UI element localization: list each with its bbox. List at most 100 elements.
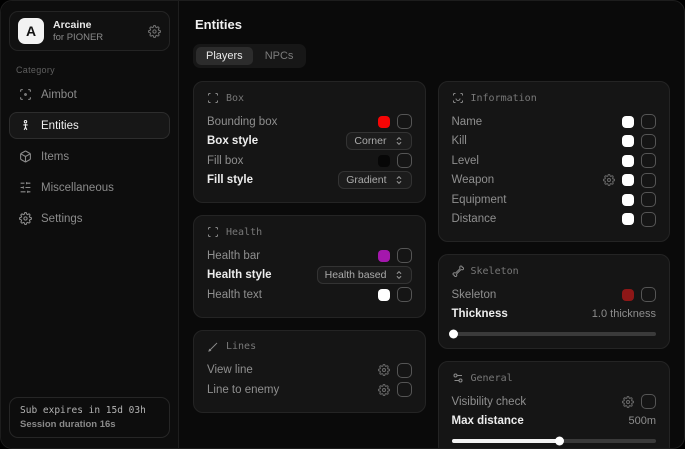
main-content: Entities Players NPCs Box Bounding box <box>179 1 684 448</box>
checkbox[interactable] <box>397 248 412 263</box>
card-title: General <box>471 373 513 384</box>
sidebar: A Arcaine for PIONER Category Aimbot <box>1 1 179 448</box>
information-card-header: Information <box>452 92 657 104</box>
brand-name: Arcaine <box>53 19 139 32</box>
color-swatch[interactable] <box>378 155 390 167</box>
color-swatch[interactable] <box>622 174 634 186</box>
sidebar-item-entities[interactable]: Entities <box>9 112 170 139</box>
checkbox[interactable] <box>641 192 656 207</box>
checkbox[interactable] <box>641 134 656 149</box>
box-card-header: Box <box>207 92 412 104</box>
checkbox[interactable] <box>397 153 412 168</box>
color-swatch[interactable] <box>378 289 390 301</box>
sidebar-item-label: Items <box>41 151 69 163</box>
brand-logo: A <box>18 18 44 44</box>
max-distance-row: Max distance 500m <box>452 412 657 432</box>
health-text-row: Health text <box>207 285 412 305</box>
settings-sliders-icon <box>452 372 464 384</box>
row-label: Kill <box>452 135 467 147</box>
max-distance-slider[interactable] <box>452 439 657 443</box>
color-swatch[interactable] <box>622 289 634 301</box>
skeleton-card-header: Skeleton <box>452 265 657 277</box>
box-card: Box Bounding box Box style Corner <box>193 81 426 203</box>
row-label: Skeleton <box>452 289 497 301</box>
box-corners-icon <box>207 92 219 104</box>
checkbox[interactable] <box>641 394 656 409</box>
checkbox[interactable] <box>641 212 656 227</box>
skeleton-card: Skeleton Skeleton Thickness 1.0 thicknes… <box>438 254 671 349</box>
dropdown-value: Health based <box>325 269 387 281</box>
sidebar-item-miscellaneous[interactable]: Miscellaneous <box>9 174 170 201</box>
slider-fill <box>452 439 560 443</box>
color-swatch[interactable] <box>622 135 634 147</box>
checkbox[interactable] <box>397 363 412 378</box>
sidebar-item-settings[interactable]: Settings <box>9 205 170 232</box>
row-label: Bounding box <box>207 116 277 128</box>
color-swatch[interactable] <box>378 250 390 262</box>
lines-card-header: Lines <box>207 341 412 353</box>
brand-card: A Arcaine for PIONER <box>9 11 170 51</box>
fill-box-row: Fill box <box>207 151 412 171</box>
chevrons-up-down-icon <box>394 270 404 280</box>
card-title: Health <box>226 227 262 238</box>
color-swatch[interactable] <box>622 116 634 128</box>
gear-icon[interactable] <box>378 384 390 396</box>
health-style-dropdown[interactable]: Health based <box>317 266 412 284</box>
health-bar-row: Health bar <box>207 246 412 266</box>
thickness-row: Thickness 1.0 thickness <box>452 305 657 325</box>
row-label: Distance <box>452 213 497 225</box>
fill-style-row: Fill style Gradient <box>207 171 412 191</box>
card-title: Information <box>471 93 537 104</box>
package-icon <box>19 150 32 163</box>
tab-npcs[interactable]: NPCs <box>255 47 304 65</box>
thickness-value: 1.0 thickness <box>592 308 656 320</box>
gear-icon[interactable] <box>378 364 390 376</box>
row-label: Name <box>452 116 483 128</box>
sidebar-item-label: Settings <box>41 213 83 225</box>
skeleton-row: Skeleton <box>452 285 657 305</box>
checkbox[interactable] <box>397 114 412 129</box>
tab-bar: Players NPCs <box>193 44 306 68</box>
subscription-info-box: Sub expires in 15d 03h Session duration … <box>9 397 170 438</box>
level-row: Level <box>452 151 657 171</box>
slider-thumb[interactable] <box>555 437 564 446</box>
general-card-header: General <box>452 372 657 384</box>
dropdown-value: Gradient <box>346 174 386 186</box>
crosshair-icon <box>19 88 32 101</box>
brand-text: Arcaine for PIONER <box>53 19 139 44</box>
box-style-dropdown[interactable]: Corner <box>346 132 411 150</box>
sidebar-item-items[interactable]: Items <box>9 143 170 170</box>
thickness-slider[interactable] <box>452 332 657 336</box>
row-label: Fill box <box>207 155 243 167</box>
color-swatch[interactable] <box>622 194 634 206</box>
checkbox[interactable] <box>641 287 656 302</box>
row-label: View line <box>207 364 253 376</box>
distance-row: Distance <box>452 210 657 230</box>
equipment-row: Equipment <box>452 190 657 210</box>
checkbox[interactable] <box>397 382 412 397</box>
page-title: Entities <box>195 17 670 32</box>
scan-face-icon <box>452 92 464 104</box>
gear-icon[interactable] <box>603 174 615 186</box>
checkbox[interactable] <box>641 173 656 188</box>
slider-fill <box>452 332 454 336</box>
tab-players[interactable]: Players <box>196 47 253 65</box>
bone-icon <box>452 265 464 277</box>
row-label: Health text <box>207 289 262 301</box>
checkbox[interactable] <box>641 153 656 168</box>
brand-subtitle: for PIONER <box>53 32 139 44</box>
information-card: Information Name Kill <box>438 81 671 242</box>
person-icon <box>19 119 32 132</box>
sidebar-item-aimbot[interactable]: Aimbot <box>9 81 170 108</box>
slider-thumb[interactable] <box>449 330 458 339</box>
color-swatch[interactable] <box>622 213 634 225</box>
fill-style-dropdown[interactable]: Gradient <box>338 171 411 189</box>
checkbox[interactable] <box>641 114 656 129</box>
color-swatch[interactable] <box>622 155 634 167</box>
left-column: Box Bounding box Box style Corner <box>193 81 426 448</box>
box-style-row: Box style Corner <box>207 132 412 152</box>
color-swatch[interactable] <box>378 116 390 128</box>
checkbox[interactable] <box>397 287 412 302</box>
gear-icon[interactable] <box>148 25 161 38</box>
gear-icon[interactable] <box>622 396 634 408</box>
